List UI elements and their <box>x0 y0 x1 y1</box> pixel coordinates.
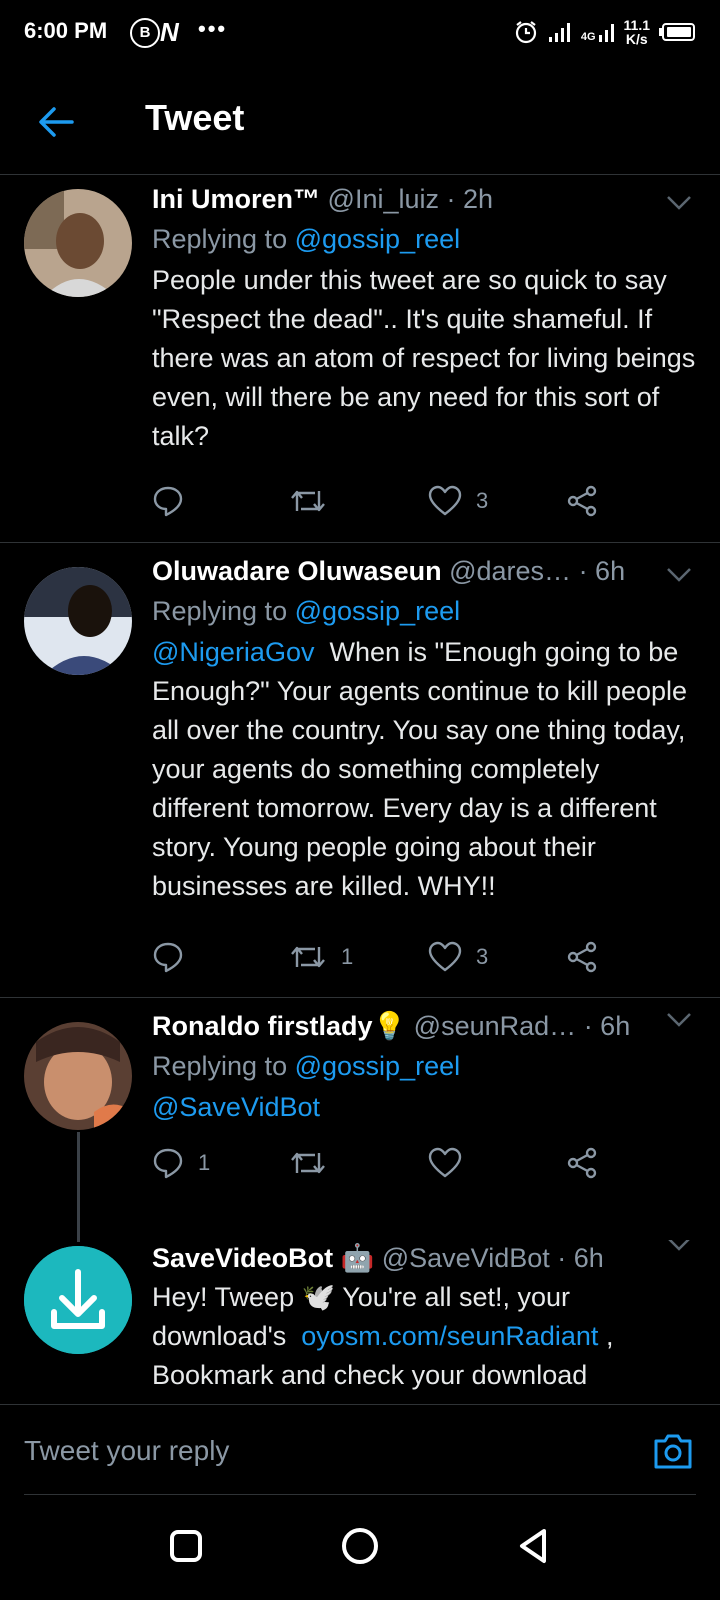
like-button[interactable]: 3 <box>428 937 488 977</box>
avatar[interactable] <box>24 1246 132 1354</box>
tweet-time: · 6h <box>578 556 626 586</box>
heart-icon <box>428 941 462 972</box>
camera-icon[interactable] <box>652 1431 694 1471</box>
signal-bars-icon <box>548 23 570 42</box>
page-title: Tweet <box>145 97 245 138</box>
download-icon <box>24 1246 132 1354</box>
network-speed: 11.1 K/s <box>623 17 650 47</box>
chevron-down-icon[interactable] <box>666 1012 692 1028</box>
like-button[interactable] <box>428 1143 476 1183</box>
more-notifications-icon: ••• <box>198 16 228 41</box>
alarm-icon <box>515 21 536 44</box>
system-nav-bar <box>0 1496 720 1600</box>
tweet-text: People under this tweet are so quick to … <box>152 265 696 451</box>
avatar[interactable] <box>24 1022 132 1130</box>
tweet-time: · 6h <box>583 1011 631 1041</box>
author-handle[interactable]: @SaveVidBot <box>382 1243 550 1273</box>
heart-icon <box>428 1147 462 1178</box>
chevron-down-icon[interactable] <box>666 1240 692 1252</box>
reply-button[interactable] <box>152 937 198 977</box>
reply-button[interactable]: 1 <box>152 1143 210 1183</box>
share-button[interactable] <box>566 937 598 977</box>
retweet-button[interactable] <box>289 481 341 521</box>
author-name[interactable]: Ini Umoren™ <box>152 184 320 214</box>
tweet-text: @NigeriaGov When is "Enough going to be … <box>152 637 688 901</box>
author-name[interactable]: SaveVideoBot <box>152 1243 333 1273</box>
share-icon <box>567 941 597 973</box>
share-button[interactable] <box>566 481 598 521</box>
robot-emoji: 🤖 <box>340 1243 375 1273</box>
replying-to-link[interactable]: @gossip_reel <box>295 596 461 626</box>
tweet[interactable]: SaveVideoBot 🤖 @SaveVidBot · 6h Hey! Twe… <box>0 1240 720 1404</box>
chevron-down-icon[interactable] <box>666 567 692 583</box>
share-button[interactable] <box>566 1143 598 1183</box>
replying-to-link[interactable]: @gossip_reel <box>295 1051 461 1081</box>
retweet-button[interactable]: 1 <box>289 937 353 977</box>
author-handle[interactable]: @Ini_luiz <box>328 184 439 214</box>
arrow-left-icon[interactable] <box>36 102 76 142</box>
recents-icon[interactable] <box>166 1526 206 1566</box>
status-bar: 6:00 PM B N ••• 4G 11.1 K/s <box>0 0 720 64</box>
author-name[interactable]: Oluwadare Oluwaseun <box>152 556 442 586</box>
replying-to: Replying to @gossip_reel <box>152 1051 461 1081</box>
status-icons: 4G 11.1 K/s <box>513 14 696 50</box>
b-notification-icon: B <box>130 18 160 48</box>
tweet[interactable]: Oluwadare Oluwaseun @dares… · 6h Replyin… <box>0 543 720 998</box>
replying-to-link[interactable]: @gossip_reel <box>295 224 461 254</box>
divider <box>24 1494 696 1495</box>
author-name[interactable]: Ronaldo firstlady <box>152 1011 373 1041</box>
heart-icon <box>428 485 462 516</box>
reply-input[interactable]: Tweet your reply <box>24 1435 229 1467</box>
tweet-time: · 6h <box>557 1243 604 1273</box>
share-icon <box>567 1147 597 1179</box>
replying-to: Replying to @gossip_reel <box>152 224 461 254</box>
tweet-actions: 1 <box>152 1143 632 1183</box>
retweet-icon <box>291 490 325 512</box>
reply-button[interactable] <box>152 481 198 521</box>
author-handle[interactable]: @dares… <box>449 556 571 586</box>
tweet[interactable]: Ronaldo firstlady💡 @seunRad… · 6h Replyi… <box>0 998 720 1238</box>
home-icon[interactable] <box>340 1526 380 1566</box>
author-handle[interactable]: @seunRad… <box>414 1011 577 1041</box>
chevron-down-icon[interactable] <box>666 195 692 211</box>
tweet-content: Ronaldo firstlady💡 @seunRad… · 6h Replyi… <box>152 998 700 1127</box>
reply-bar: Tweet your reply <box>0 1404 720 1497</box>
tweet-actions: 1 3 <box>152 937 632 977</box>
header: Tweet <box>0 64 720 175</box>
signal-4g-icon: 4G <box>581 21 616 43</box>
reply-icon <box>153 1148 183 1179</box>
replying-to: Replying to @gossip_reel <box>152 596 461 626</box>
reply-icon <box>153 942 183 973</box>
tweet[interactable]: Ini Umoren™ @Ini_luiz · 2h Replying to @… <box>0 175 720 543</box>
retweet-icon <box>291 1152 325 1174</box>
tweet-text: @SaveVidBot <box>152 1088 700 1127</box>
tweet-time: · 2h <box>446 184 494 214</box>
share-icon <box>567 485 597 517</box>
retweet-button[interactable] <box>289 1143 341 1183</box>
mention-link[interactable]: @NigeriaGov <box>152 637 314 667</box>
retweet-icon <box>291 946 325 968</box>
reply-icon <box>153 486 183 517</box>
n-notification-icon: N <box>160 17 179 47</box>
avatar[interactable] <box>24 567 132 675</box>
tweet-content: Oluwadare Oluwaseun @dares… · 6h Replyin… <box>152 543 700 906</box>
tweet-actions: 3 <box>152 481 632 521</box>
like-button[interactable]: 3 <box>428 481 488 521</box>
avatar[interactable] <box>24 189 132 297</box>
battery-icon <box>659 23 695 41</box>
lightbulb-emoji: 💡 <box>372 1011 407 1041</box>
mention-link[interactable]: @SaveVidBot <box>152 1092 320 1122</box>
status-time: 6:00 PM <box>24 18 108 43</box>
tweet-text: Hey! Tweep 🕊️ You're all set!, your down… <box>152 1282 614 1390</box>
back-nav-icon[interactable] <box>514 1526 554 1566</box>
tweet-content: SaveVideoBot 🤖 @SaveVidBot · 6h Hey! Twe… <box>152 1240 700 1395</box>
tweet-content: Ini Umoren™ @Ini_luiz · 2h Replying to @… <box>152 175 700 456</box>
download-link[interactable]: oyosm.com/seunRadiant <box>301 1321 598 1351</box>
dove-emoji: 🕊️ <box>301 1282 336 1312</box>
